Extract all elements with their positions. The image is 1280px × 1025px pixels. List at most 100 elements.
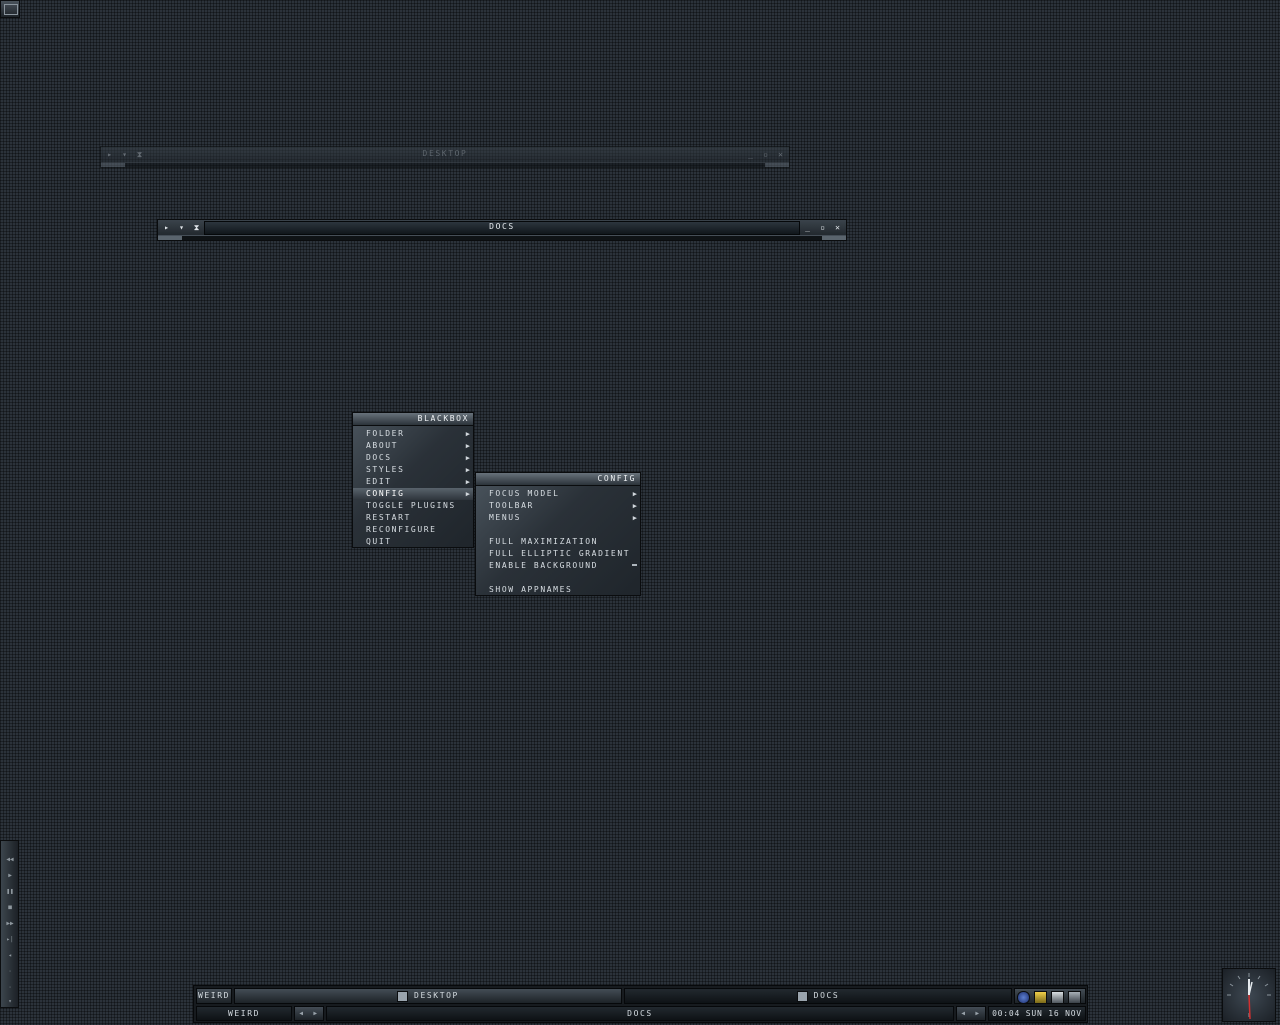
pause-icon[interactable]: ❚❚ bbox=[6, 889, 14, 895]
dot-icon[interactable]: · bbox=[6, 985, 14, 991]
menu-separator bbox=[476, 524, 640, 536]
dot-icon[interactable]: · bbox=[6, 969, 14, 975]
menu-item-reconfigure[interactable]: RECONFIGURE bbox=[353, 524, 473, 536]
display-icon[interactable] bbox=[1068, 991, 1081, 1004]
menu-item-config[interactable]: CONFIG ▶ bbox=[353, 488, 473, 500]
menu-item-quit[interactable]: QUIT bbox=[353, 536, 473, 548]
next-icon[interactable]: ▸| bbox=[6, 937, 14, 943]
menu-item-menus[interactable]: MENUS ▶ bbox=[476, 512, 640, 524]
window-docs[interactable]: ▸ ▾ ⧗ DOCS _ ▫ ✕ bbox=[157, 219, 847, 241]
workspace-button[interactable]: WEIRD bbox=[196, 988, 232, 1004]
corner-menu-button[interactable] bbox=[0, 0, 20, 18]
menu-item-label: RESTART bbox=[366, 513, 411, 522]
root-menu: BLACKBOX FOLDER ▶ ABOUT ▶ DOCS ▶ STYLES ▶ ED… bbox=[352, 412, 474, 548]
submenu-arrow-icon: ▶ bbox=[632, 514, 637, 522]
task-label: DOCS bbox=[813, 991, 840, 1000]
window-right-buttons: _ ▫ ✕ bbox=[803, 220, 842, 234]
window-nav: ◀ ▶ bbox=[956, 1006, 986, 1021]
resize-grip-right[interactable] bbox=[765, 163, 789, 167]
close-icon[interactable]: ✕ bbox=[833, 223, 842, 232]
window-title[interactable]: DESKTOP bbox=[101, 147, 789, 161]
submenu-arrow-icon: ▶ bbox=[632, 502, 637, 510]
menu-item-restart[interactable]: RESTART bbox=[353, 512, 473, 524]
task-docs[interactable]: DOCS bbox=[624, 988, 1012, 1004]
next-workspace-icon[interactable]: ▶ bbox=[309, 1007, 323, 1021]
forward-icon[interactable]: ▶▶ bbox=[6, 921, 14, 927]
clock-face-icon bbox=[1227, 973, 1271, 1020]
resize-grip-right[interactable] bbox=[822, 236, 846, 240]
notepad-icon[interactable] bbox=[1034, 991, 1047, 1004]
menu-item-toolbar[interactable]: TOOLBAR ▶ bbox=[476, 500, 640, 512]
menu-item-about[interactable]: ABOUT ▶ bbox=[353, 440, 473, 452]
window-handle[interactable] bbox=[158, 235, 846, 240]
submenu-arrow-icon: ▶ bbox=[465, 430, 470, 438]
workspace-name[interactable]: WEIRD bbox=[196, 1006, 292, 1021]
menu-item-full-elliptic-gradient[interactable]: FULL ELLIPTIC GRADIENT bbox=[476, 548, 640, 560]
resize-grip-left[interactable] bbox=[158, 236, 182, 240]
config-submenu: CONFIG FOCUS MODEL ▶ TOOLBAR ▶ MENUS ▶ FULL… bbox=[475, 472, 641, 596]
settings-icon[interactable] bbox=[1051, 991, 1064, 1004]
menu-item-toggle-plugins[interactable]: TOGGLE PLUGINS bbox=[353, 500, 473, 512]
maximize-icon[interactable]: ▫ bbox=[818, 223, 827, 232]
menu-item-full-maximization[interactable]: FULL MAXIMIZATION bbox=[476, 536, 640, 548]
window-label[interactable]: DOCS bbox=[326, 1006, 954, 1021]
network-icon[interactable] bbox=[1017, 991, 1030, 1004]
menu-title: CONFIG bbox=[476, 473, 640, 486]
menu-item-label: DOCS bbox=[366, 453, 392, 462]
docs-app-icon bbox=[796, 990, 808, 1002]
menu-item-styles[interactable]: STYLES ▶ bbox=[353, 464, 473, 476]
menu-title: BLACKBOX bbox=[353, 413, 473, 426]
menu-item-label: ABOUT bbox=[366, 441, 399, 450]
play-icon[interactable]: ▶ bbox=[6, 873, 14, 879]
menu-item-label: QUIT bbox=[366, 537, 392, 546]
maximize-icon[interactable]: ▫ bbox=[761, 150, 770, 159]
menu-item-label: FOCUS MODEL bbox=[489, 489, 560, 498]
window-title[interactable]: DOCS bbox=[158, 220, 846, 234]
menu-item-label: ENABLE BACKGROUND bbox=[489, 561, 599, 570]
window-handle[interactable] bbox=[101, 162, 789, 167]
menu-item-folder[interactable]: FOLDER ▶ bbox=[353, 428, 473, 440]
clock-text: 00:04 SUN 16 NOV bbox=[992, 1009, 1082, 1018]
volume-icon[interactable]: ◂ bbox=[6, 953, 14, 959]
menu-item-label: STYLES bbox=[366, 465, 405, 474]
checked-indicator-icon bbox=[632, 564, 637, 566]
menu-item-docs[interactable]: DOCS ▶ bbox=[353, 452, 473, 464]
stop-icon[interactable]: ■ bbox=[6, 905, 14, 911]
clock-dockapp bbox=[1222, 968, 1276, 1022]
menu-item-label: FULL MAXIMIZATION bbox=[489, 537, 599, 546]
menu-item-label: MENUS bbox=[489, 513, 522, 522]
workspace-nav: ◀ ▶ bbox=[294, 1006, 324, 1021]
submenu-arrow-icon: ▶ bbox=[465, 490, 470, 498]
window-right-buttons: _ ▫ ✕ bbox=[746, 147, 785, 161]
minimize-icon[interactable]: _ bbox=[803, 223, 812, 232]
menu-item-label: FULL ELLIPTIC GRADIENT bbox=[489, 549, 631, 558]
next-window-icon[interactable]: ▶ bbox=[971, 1007, 985, 1021]
menu-item-label: CONFIG bbox=[366, 489, 405, 498]
minimize-icon[interactable]: _ bbox=[746, 150, 755, 159]
workspace-label: WEIRD bbox=[197, 991, 231, 1000]
rewind-icon[interactable]: ◀◀ bbox=[6, 857, 14, 863]
menu-item-enable-background[interactable]: ENABLE BACKGROUND bbox=[476, 560, 640, 572]
close-icon[interactable]: ✕ bbox=[776, 150, 785, 159]
menu-item-label: TOGGLE PLUGINS bbox=[366, 501, 456, 510]
submenu-arrow-icon: ▶ bbox=[465, 442, 470, 450]
window-desktop[interactable]: ▸ ▾ ⧗ DESKTOP _ ▫ ✕ bbox=[100, 146, 790, 168]
toolbar: WEIRD DESKTOP DOCS WEIRD ◀ ▶ DOCS ◀ ▶ 00… bbox=[193, 985, 1088, 1023]
down-icon[interactable]: ▾ bbox=[6, 999, 14, 1005]
menu-item-label: EDIT bbox=[366, 477, 392, 486]
menu-item-show-appnames[interactable]: SHOW APPNAMES bbox=[476, 584, 640, 596]
menu-item-label: RECONFIGURE bbox=[366, 525, 437, 534]
prev-workspace-icon[interactable]: ◀ bbox=[295, 1007, 309, 1021]
submenu-arrow-icon: ▶ bbox=[465, 478, 470, 486]
submenu-arrow-icon: ▶ bbox=[465, 454, 470, 462]
menu-separator bbox=[476, 572, 640, 584]
prev-window-icon[interactable]: ◀ bbox=[957, 1007, 971, 1021]
toolbar-clock[interactable]: 00:04 SUN 16 NOV bbox=[988, 1006, 1086, 1021]
desktop-app-icon bbox=[397, 990, 409, 1002]
menu-item-label: TOOLBAR bbox=[489, 501, 534, 510]
resize-grip-left[interactable] bbox=[101, 163, 125, 167]
menu-item-edit[interactable]: EDIT ▶ bbox=[353, 476, 473, 488]
submenu-arrow-icon: ▶ bbox=[465, 466, 470, 474]
task-desktop[interactable]: DESKTOP bbox=[234, 988, 622, 1004]
menu-item-focus-model[interactable]: FOCUS MODEL ▶ bbox=[476, 488, 640, 500]
